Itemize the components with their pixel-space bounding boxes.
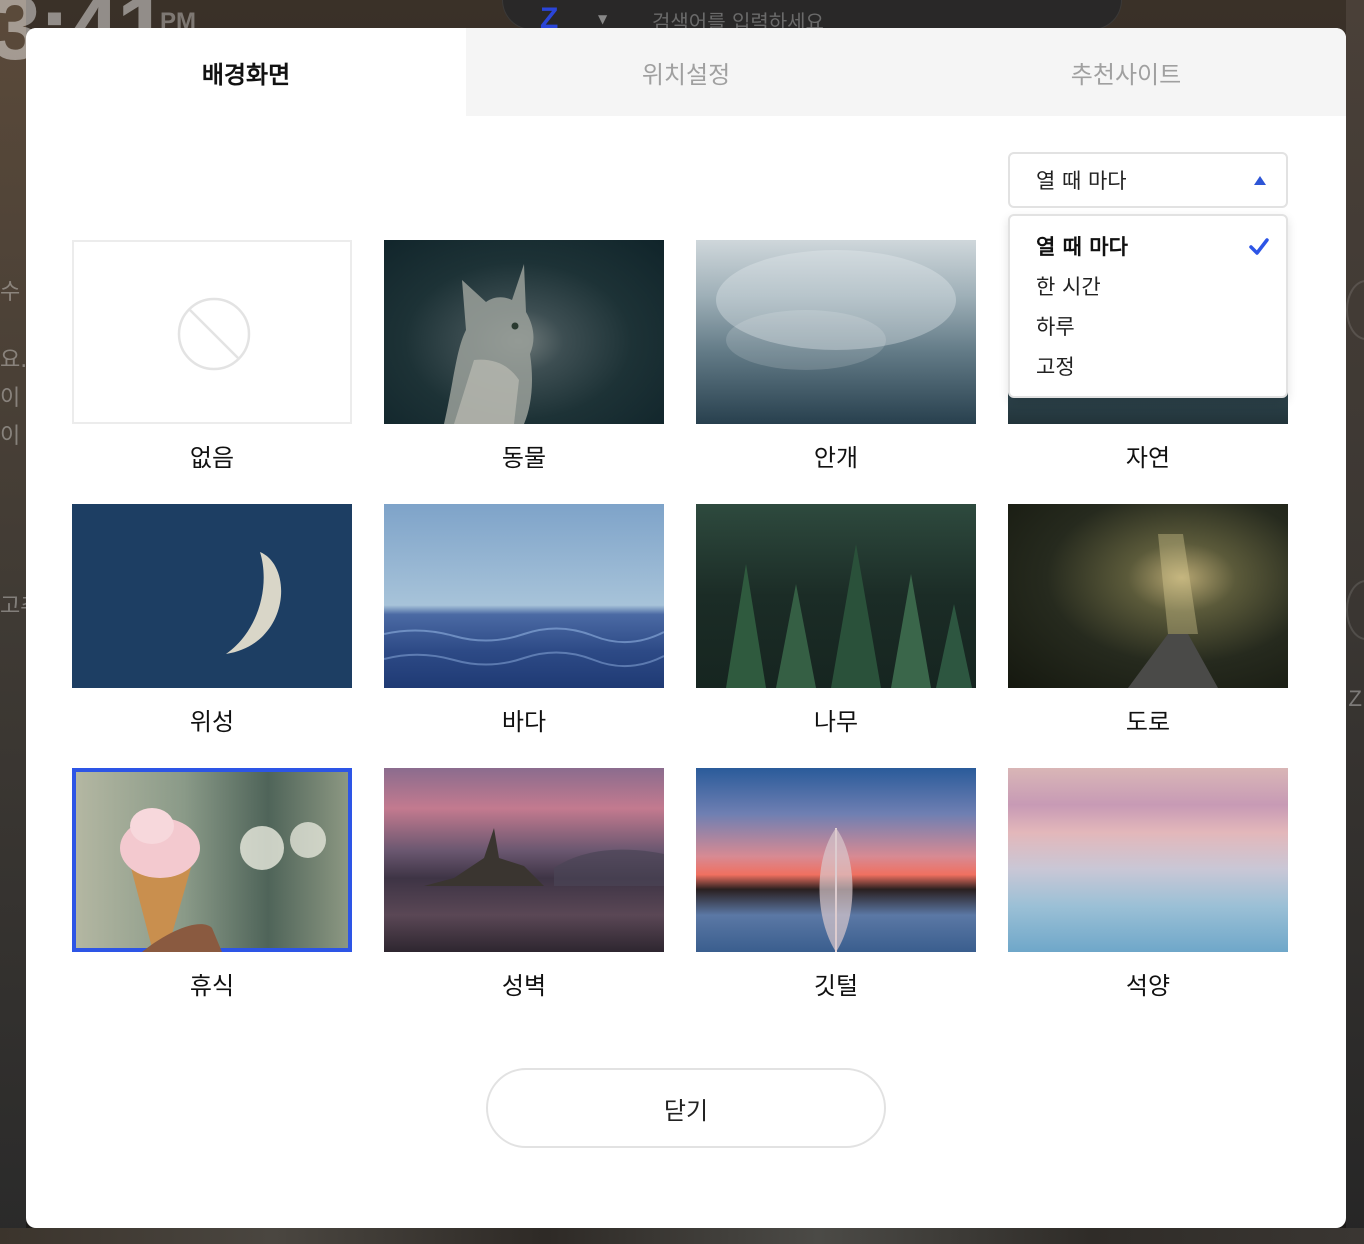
wallpaper-option-sunset[interactable]: 석양	[1008, 768, 1288, 1032]
wallpaper-label: 도로	[1125, 708, 1171, 736]
background-side-text: 이	[0, 386, 21, 411]
background-bottom-strip	[0, 1228, 1364, 1244]
chevron-down-icon: ▼	[598, 12, 608, 26]
frequency-option[interactable]: 고정	[1010, 346, 1286, 386]
wallpaper-option-moon[interactable]: 위성	[72, 504, 352, 768]
wallpaper-option-none[interactable]: 없음	[72, 240, 352, 504]
wallpaper-label: 나무	[813, 708, 859, 736]
wallpaper-label: 안개	[813, 444, 859, 472]
check-icon	[1249, 238, 1269, 255]
wallpaper-option-animal[interactable]: 동물	[384, 240, 664, 504]
wallpaper-settings-modal: 배경화면 위치설정 추천사이트 열 때 마다 열 때 마다 한 시간 하루 고정	[26, 28, 1346, 1228]
background-side-text: 요.	[0, 348, 28, 373]
tab-location[interactable]: 위치설정	[466, 28, 906, 116]
wallpaper-label: 없음	[189, 444, 235, 472]
tab-wallpaper[interactable]: 배경화면	[26, 28, 466, 116]
frequency-option-label: 열 때 마다	[1036, 235, 1128, 259]
fog-photo	[696, 240, 976, 424]
wallpaper-option-feather[interactable]: 깃털	[696, 768, 976, 1032]
wallpaper-label: 휴식	[189, 972, 235, 1000]
wallpaper-label: 위성	[189, 708, 235, 736]
frequency-option-label: 고정	[1036, 355, 1075, 379]
frequency-select[interactable]: 열 때 마다	[1008, 152, 1288, 208]
frequency-select-value: 열 때 마다	[1036, 169, 1127, 193]
background-left-strip	[0, 0, 26, 1244]
road-photo	[1008, 504, 1288, 688]
wallpaper-option-fog[interactable]: 안개	[696, 240, 976, 504]
wallpaper-label: 동물	[501, 444, 547, 472]
background-right-letter: Z	[1348, 686, 1362, 711]
wallpaper-option-tree[interactable]: 나무	[696, 504, 976, 768]
wallpaper-label: 바다	[501, 708, 547, 736]
wallpaper-option-rest[interactable]: 휴식	[72, 768, 352, 1032]
sea-photo	[384, 504, 664, 688]
castle-photo	[384, 768, 664, 952]
wallpaper-option-road[interactable]: 도로	[1008, 504, 1288, 768]
wallpaper-label: 석양	[1125, 972, 1171, 1000]
frequency-option[interactable]: 열 때 마다	[1010, 226, 1286, 266]
frequency-menu: 열 때 마다 한 시간 하루 고정	[1008, 214, 1288, 398]
wallpaper-option-castle[interactable]: 성벽	[384, 768, 664, 1032]
wallpaper-label: 자연	[1125, 444, 1171, 472]
wallpaper-label: 성벽	[501, 972, 547, 1000]
forest-photo	[696, 504, 976, 688]
wallpaper-label: 깃털	[813, 972, 859, 1000]
background-side-text: 수	[0, 280, 21, 305]
close-button[interactable]: 닫기	[486, 1068, 886, 1148]
icecream-photo	[72, 768, 352, 952]
frequency-option-label: 한 시간	[1036, 275, 1101, 299]
frequency-option[interactable]: 하루	[1010, 306, 1286, 346]
sunset-photo	[1008, 768, 1288, 952]
moon-photo	[72, 504, 352, 688]
settings-tabs: 배경화면 위치설정 추천사이트	[26, 28, 1346, 116]
background-side-text: 이	[0, 424, 21, 449]
cat-photo	[384, 240, 664, 424]
none-icon	[177, 297, 251, 371]
frequency-option-label: 하루	[1036, 315, 1075, 339]
wallpaper-thumbnail	[72, 240, 352, 424]
feather-photo	[696, 768, 976, 952]
wallpaper-option-sea[interactable]: 바다	[384, 504, 664, 768]
tab-recommended-sites[interactable]: 추천사이트	[906, 28, 1346, 116]
caret-up-icon	[1254, 176, 1266, 185]
frequency-option[interactable]: 한 시간	[1010, 266, 1286, 306]
